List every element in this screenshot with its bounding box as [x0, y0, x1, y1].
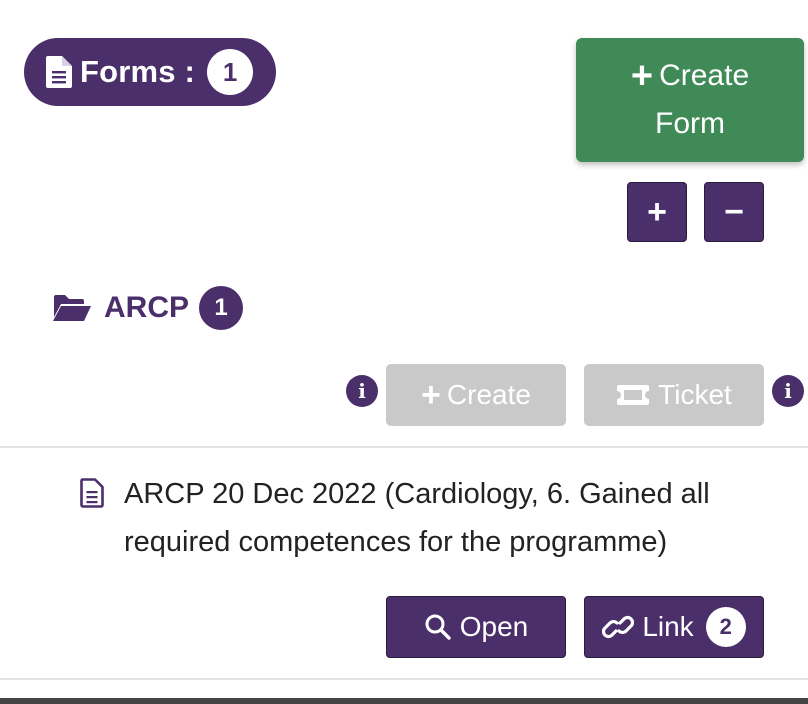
folder-open-icon [53, 295, 91, 321]
divider [0, 678, 808, 680]
folder-count-badge: 1 [199, 286, 244, 330]
create-form-label-line1: Create [659, 59, 750, 92]
forms-count-badge: 1 [207, 49, 254, 95]
collapse-all-button[interactable]: − [704, 182, 764, 242]
file-lines-icon [80, 478, 104, 508]
bottom-edge-bar [0, 698, 808, 704]
plus-icon: + [630, 55, 654, 97]
link-label: Link [642, 611, 694, 642]
file-icon [46, 56, 72, 88]
open-button[interactable]: Open [386, 596, 566, 658]
create-item-label: Create [446, 379, 531, 410]
search-icon [425, 614, 451, 640]
info-icon[interactable]: i [772, 375, 804, 407]
info-icon[interactable]: i [346, 375, 378, 407]
folder-arcp[interactable]: ARCP 1 [52, 286, 244, 330]
forms-label: Forms : [80, 54, 196, 89]
divider [0, 446, 808, 448]
ticket-icon [617, 385, 650, 405]
link-button[interactable]: Link 2 [584, 596, 764, 658]
form-item-title: ARCP 20 Dec 2022 (Cardiology, 6. Gained … [124, 478, 710, 558]
open-label: Open [459, 611, 529, 642]
forms-count-pill: Forms : 1 [24, 38, 276, 106]
create-form-label-line2: Form [655, 107, 725, 140]
folder-name: ARCP [104, 291, 190, 324]
link-count-badge: 2 [705, 607, 746, 647]
create-item-button: + Create [386, 364, 566, 426]
plus-icon: + [421, 375, 441, 414]
link-icon [602, 615, 635, 639]
expand-all-button[interactable]: + [627, 182, 687, 242]
ticket-label: Ticket [658, 379, 732, 410]
forms-panel: Forms : 1 + Create Form + − ARCP 1 i + C… [0, 0, 808, 704]
ticket-button: Ticket [584, 364, 764, 426]
create-form-button[interactable]: + Create Form [576, 38, 804, 162]
